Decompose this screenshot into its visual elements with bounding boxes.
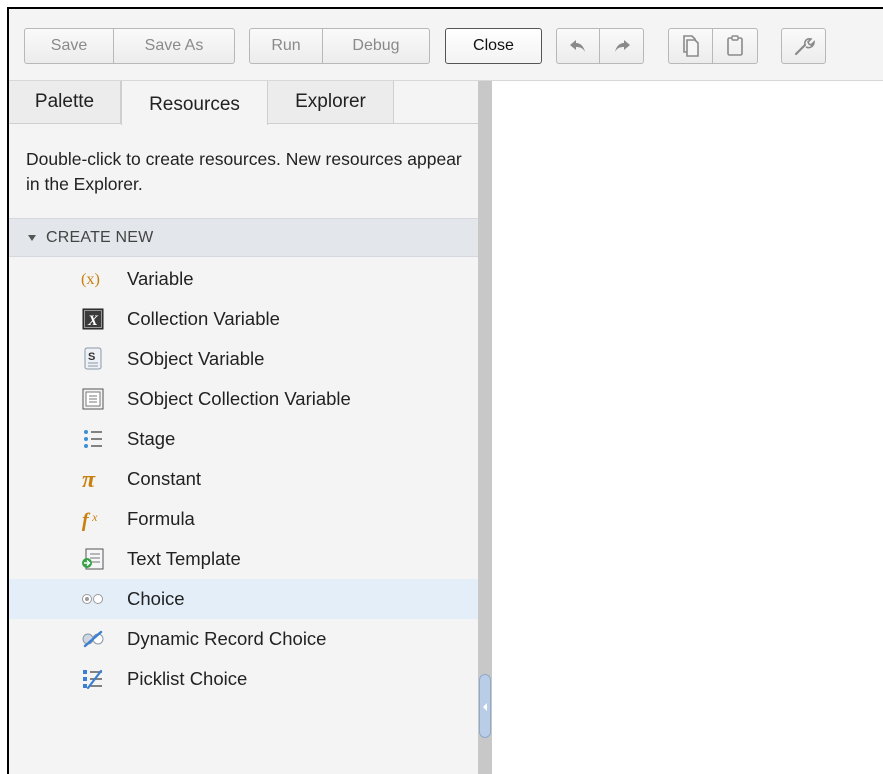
settings-button[interactable] bbox=[781, 28, 826, 64]
list-item-sobject-variable[interactable]: S SObject Variable bbox=[9, 339, 478, 379]
sobject-variable-icon: S bbox=[81, 347, 105, 371]
resources-description: Double-click to create resources. New re… bbox=[26, 149, 462, 194]
svg-text:X: X bbox=[87, 313, 99, 329]
picklist-choice-icon bbox=[81, 667, 105, 691]
list-item-picklist-choice[interactable]: Picklist Choice bbox=[9, 659, 478, 699]
sobject-collection-variable-icon bbox=[81, 387, 105, 411]
collapse-panel-handle[interactable] bbox=[479, 674, 491, 738]
list-item-variable[interactable]: (x) Variable bbox=[9, 259, 478, 299]
list-item-choice[interactable]: Choice bbox=[9, 579, 478, 619]
list-item-formula[interactable]: fx Formula bbox=[9, 499, 478, 539]
constant-icon: π bbox=[81, 467, 105, 491]
section-label: CREATE NEW bbox=[46, 228, 154, 246]
redo-button[interactable] bbox=[600, 28, 644, 64]
undo-icon bbox=[568, 38, 588, 54]
debug-button[interactable]: Debug bbox=[323, 28, 430, 64]
redo-icon bbox=[612, 38, 632, 54]
paste-icon bbox=[726, 35, 744, 57]
svg-text:S: S bbox=[88, 351, 95, 363]
resources-panel: Palette Resources Explorer Double-click … bbox=[9, 81, 478, 774]
list-item-text-template[interactable]: Text Template bbox=[9, 539, 478, 579]
run-button[interactable]: Run bbox=[249, 28, 323, 64]
collection-variable-icon: X bbox=[81, 307, 105, 331]
item-label: Choice bbox=[127, 588, 185, 609]
paste-button[interactable] bbox=[713, 28, 758, 64]
panel-splitter[interactable] bbox=[478, 81, 492, 774]
item-label: SObject Variable bbox=[127, 348, 265, 369]
dynamic-record-choice-icon bbox=[81, 627, 105, 651]
list-item-sobject-collection-variable[interactable]: SObject Collection Variable bbox=[9, 379, 478, 419]
item-label: Variable bbox=[127, 268, 194, 289]
svg-text:f: f bbox=[82, 509, 91, 531]
save-as-button[interactable]: Save As bbox=[114, 28, 235, 64]
list-item-dynamic-record-choice[interactable]: Dynamic Record Choice bbox=[9, 619, 478, 659]
copy-icon bbox=[682, 35, 700, 57]
item-label: Dynamic Record Choice bbox=[127, 628, 327, 649]
copy-button[interactable] bbox=[668, 28, 713, 64]
item-label: Text Template bbox=[127, 548, 241, 569]
close-button[interactable]: Close bbox=[445, 28, 542, 64]
stage-icon bbox=[81, 427, 105, 451]
variable-icon: (x) bbox=[81, 267, 105, 291]
window-top-border bbox=[0, 0, 883, 9]
item-label: Stage bbox=[127, 428, 176, 449]
list-item-constant[interactable]: π Constant bbox=[9, 459, 478, 499]
svg-text:π: π bbox=[82, 467, 96, 491]
choice-icon bbox=[81, 587, 105, 611]
collapse-arrow-icon bbox=[483, 703, 487, 711]
item-label: Constant bbox=[127, 468, 202, 489]
item-label: Collection Variable bbox=[127, 308, 280, 329]
wrench-icon bbox=[793, 35, 815, 57]
window-left-border bbox=[0, 7, 9, 774]
save-button[interactable]: Save bbox=[24, 28, 114, 64]
app-window: Save Save As Run Debug Close Palette Res… bbox=[0, 0, 883, 774]
item-label: SObject Collection Variable bbox=[127, 388, 351, 409]
list-item-stage[interactable]: Stage bbox=[9, 419, 478, 459]
item-label: Formula bbox=[127, 508, 195, 529]
create-new-section-header[interactable]: CREATE NEW bbox=[9, 218, 478, 257]
list-item-collection-variable[interactable]: X Collection Variable bbox=[9, 299, 478, 339]
tab-resources[interactable]: Resources bbox=[121, 81, 268, 125]
collapse-triangle-icon[interactable] bbox=[28, 234, 36, 241]
item-label: Picklist Choice bbox=[127, 668, 248, 689]
tab-palette[interactable]: Palette bbox=[9, 81, 121, 124]
tab-explorer[interactable]: Explorer bbox=[268, 81, 394, 124]
flow-canvas[interactable] bbox=[492, 81, 883, 774]
svg-text:(x): (x) bbox=[81, 269, 100, 288]
tab-strip-filler bbox=[394, 81, 478, 124]
text-template-icon bbox=[81, 547, 105, 571]
formula-icon: fx bbox=[81, 507, 105, 531]
panel-tabs: Palette Resources Explorer bbox=[9, 81, 478, 125]
svg-text:x: x bbox=[91, 510, 98, 524]
toolbar: Save Save As Run Debug Close bbox=[9, 9, 883, 81]
undo-button[interactable] bbox=[556, 28, 600, 64]
